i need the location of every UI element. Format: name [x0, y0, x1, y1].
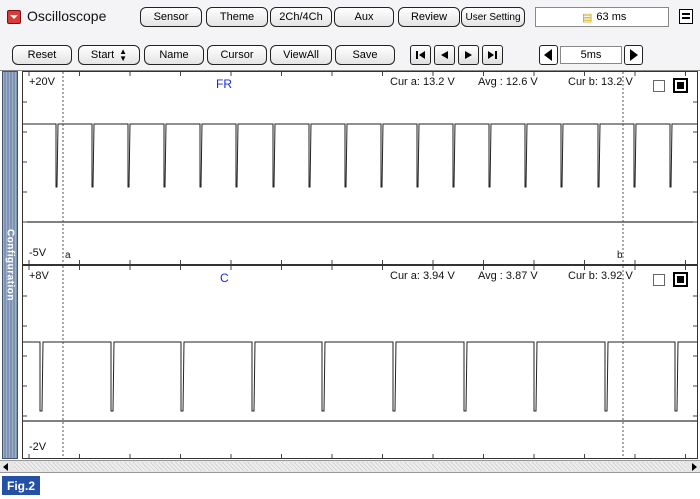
left-triangle-icon — [544, 49, 552, 61]
theme-button[interactable]: Theme — [206, 7, 268, 27]
fr-bottom-scale: -5V — [29, 247, 47, 259]
waveform-fr[interactable] — [23, 72, 697, 264]
configuration-tab[interactable]: Configuration — [2, 71, 18, 459]
c-top-scale: +8V — [29, 270, 49, 282]
cursor-a-marker[interactable]: a — [65, 250, 71, 261]
next-icon — [465, 51, 472, 59]
maximize-icon — [677, 82, 684, 89]
fr-cursor-b-value: Cur b: 13.2 V — [568, 76, 633, 88]
fr-top-scale: +20V — [29, 76, 55, 88]
skip-first-icon — [416, 51, 425, 59]
updown-icon: ▲ ▼ — [119, 47, 128, 63]
channels-button[interactable]: 2Ch/4Ch — [270, 7, 332, 27]
timebase-increase-button[interactable] — [624, 45, 643, 65]
viewall-button[interactable]: ViewAll — [270, 45, 332, 65]
fr-select-checkbox[interactable] — [653, 80, 665, 92]
sensor-button[interactable]: Sensor — [140, 7, 202, 27]
save-button[interactable]: Save — [335, 45, 395, 65]
channel-panel-c: +8V -2V C Cur a: 3.94 V Avg : 3.87 V Cur… — [22, 265, 698, 459]
scroll-right-icon[interactable] — [692, 463, 697, 471]
figure-label: Fig.2 — [2, 476, 40, 495]
configuration-label: Configuration — [4, 228, 16, 302]
cursor-button[interactable]: Cursor — [207, 45, 267, 65]
maximize-icon — [677, 276, 684, 283]
c-cursor-a-value: Cur a: 3.94 V — [390, 270, 455, 282]
first-frame-button[interactable] — [410, 45, 431, 65]
next-frame-button[interactable] — [458, 45, 479, 65]
c-select-checkbox[interactable] — [653, 274, 665, 286]
cursor-b-marker[interactable]: b — [617, 250, 623, 261]
fr-cursor-a-value: Cur a: 13.2 V — [390, 76, 455, 88]
horizontal-scrollbar[interactable] — [0, 460, 700, 473]
app-menu-icon[interactable] — [7, 10, 21, 24]
name-button[interactable]: Name — [144, 45, 204, 65]
review-button[interactable]: Review — [398, 7, 460, 27]
toolbar: Oscilloscope Sensor Theme 2Ch/4Ch Aux Re… — [0, 0, 700, 71]
window-menu-icon[interactable] — [679, 9, 693, 24]
timebase-value: 5ms — [560, 46, 622, 64]
timebase-decrease-button[interactable] — [539, 45, 558, 65]
user-setting-button[interactable]: User Setting — [461, 7, 525, 27]
fr-channel-name: FR — [216, 77, 232, 91]
clock-icon: ▤ — [582, 11, 593, 24]
c-maximize-button[interactable] — [673, 272, 688, 287]
app-title: Oscilloscope — [27, 8, 107, 24]
channel-panel-fr: +20V -5V FR Cur a: 13.2 V Avg : 12.6 V C… — [22, 71, 698, 265]
fr-maximize-button[interactable] — [673, 78, 688, 93]
start-label: Start — [90, 49, 115, 61]
scroll-left-icon[interactable] — [3, 463, 8, 471]
sample-time-value: 63 ms — [596, 11, 627, 23]
c-bottom-scale: -2V — [29, 441, 47, 453]
c-cursor-b-value: Cur b: 3.92 V — [568, 270, 633, 282]
prev-icon — [441, 51, 448, 59]
prev-frame-button[interactable] — [434, 45, 455, 65]
c-average-value: Avg : 3.87 V — [478, 270, 538, 282]
waveform-c[interactable] — [23, 266, 697, 458]
scroll-track[interactable] — [14, 462, 686, 471]
start-select[interactable]: Start ▲ ▼ — [78, 45, 140, 65]
aux-button[interactable]: Aux — [334, 7, 394, 27]
last-frame-button[interactable] — [482, 45, 503, 65]
sample-time-display: ▤ 63 ms — [535, 7, 669, 27]
reset-button[interactable]: Reset — [12, 45, 72, 65]
c-channel-name: C — [220, 271, 229, 285]
right-triangle-icon — [630, 49, 638, 61]
fr-average-value: Avg : 12.6 V — [478, 76, 538, 88]
skip-last-icon — [488, 51, 497, 59]
